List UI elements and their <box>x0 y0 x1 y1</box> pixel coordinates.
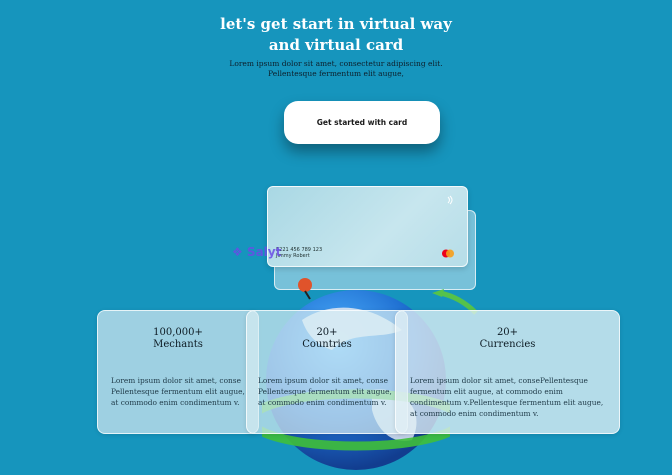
stat-card-merchants: 100,000+ Mechants Lorem ipsum dolor sit … <box>97 310 259 434</box>
stat-heading: 20+ Currencies <box>396 327 619 351</box>
stat-description: Lorem ipsum dolor sit amet, conse Pellen… <box>111 375 250 408</box>
hero-title-line-1: let's get start in virtual way <box>220 15 452 33</box>
stat-value: 20+ <box>316 327 338 338</box>
stat-description-line: fermentum elit augue, at commodo enim <box>410 387 563 396</box>
get-started-button[interactable]: Get started with card <box>284 101 440 144</box>
hero-subtitle-line-2: Pellentesque fermentum elit augue, <box>268 69 404 78</box>
stat-card-countries: 20+ Countries Lorem ipsum dolor sit amet… <box>246 310 408 434</box>
stat-description: Lorem ipsum dolor sit amet, conse Pellen… <box>258 375 399 408</box>
contactless-icon <box>447 195 453 205</box>
stat-label: Mechants <box>153 339 203 350</box>
stat-description-line: at commodo enim condimentum v. <box>410 409 539 418</box>
stat-value: 100,000+ <box>153 327 203 338</box>
stat-label: Currencies <box>479 339 536 350</box>
stat-description-line: Pellentesque fermentum elit augue, <box>111 387 245 396</box>
stat-description-line: Lorem ipsum dolor sit amet, consePellent… <box>410 376 588 385</box>
stat-description-line: Pellentesque fermentum elit augue, <box>258 387 392 396</box>
mastercard-icon <box>442 249 454 258</box>
virtual-card: 5221 456 789 123 Jimmy Robert <box>267 186 468 267</box>
location-pin-icon <box>298 278 312 300</box>
stat-heading: 100,000+ Mechants <box>98 327 258 351</box>
watermark: ❖ Salyt <box>232 245 282 259</box>
stat-label: Countries <box>302 339 352 350</box>
stat-description-line: Lorem ipsum dolor sit amet, conse <box>111 376 241 385</box>
hero-subtitle-line-1: Lorem ipsum dolor sit amet, consectetur … <box>229 59 443 68</box>
hero-title: let's get start in virtual way and virtu… <box>0 14 672 56</box>
stat-description-line: at commodo enim condimentum v. <box>258 398 387 407</box>
stat-description-line: condimentum v.Pellentesque fermentum eli… <box>410 398 604 407</box>
stat-description-line: at commodo enim condimentum v. <box>111 398 240 407</box>
stat-heading: 20+ Countries <box>247 327 407 351</box>
hero-subtitle: Lorem ipsum dolor sit amet, consectetur … <box>0 59 672 79</box>
stat-description: Lorem ipsum dolor sit amet, consePellent… <box>410 375 611 419</box>
stat-description-line: Lorem ipsum dolor sit amet, conse <box>258 376 388 385</box>
hero-title-line-2: and virtual card <box>268 36 404 54</box>
stat-card-currencies: 20+ Currencies Lorem ipsum dolor sit ame… <box>395 310 620 434</box>
stat-value: 20+ <box>496 327 519 338</box>
